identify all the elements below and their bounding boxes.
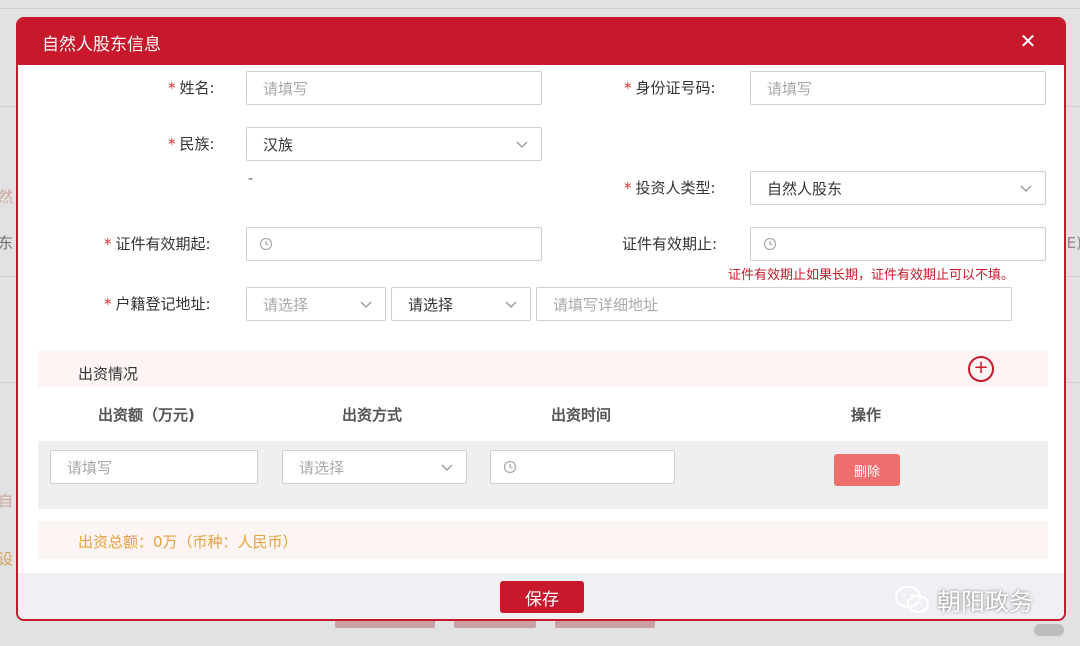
chevron-down-icon xyxy=(360,301,372,308)
address-province-select[interactable]: 请选择 xyxy=(246,287,386,321)
valid-to-date-input[interactable] xyxy=(750,227,1046,261)
contribution-section-title: 出资情况 xyxy=(78,365,139,383)
backdrop-text: E) xyxy=(1066,234,1080,252)
column-header-method: 出资方式 xyxy=(342,406,403,424)
clock-icon xyxy=(259,237,273,251)
save-button[interactable]: 保存 xyxy=(500,581,584,613)
dialog-body: * 姓名: 请填写 * 身份证号码: 请填写 * 民族: 汉族 - * 投资人类型: 自… xyxy=(18,65,1064,573)
address-city-select[interactable]: 请选择 xyxy=(391,287,531,321)
backdrop-text: 东 xyxy=(0,234,14,252)
valid-from-label: * 证件有效期起: xyxy=(104,235,211,253)
wechat-icon xyxy=(895,585,929,613)
id-number-label: * 身份证号码: xyxy=(624,79,716,97)
address-label: * 户籍登记地址: xyxy=(104,295,211,313)
chevron-down-icon xyxy=(441,464,453,471)
shareholder-dialog: 自然人股东信息 ✕ * 姓名: 请填写 * 身份证号码: 请填写 * 民族: 汉族 -… xyxy=(16,17,1066,621)
valid-to-hint: 证件有效期止如果长期，证件有效期止可以不填。 xyxy=(728,268,1015,283)
backdrop-pill xyxy=(1034,624,1064,636)
backdrop-divider xyxy=(0,8,1080,9)
investor-type-label: * 投资人类型: xyxy=(624,179,716,197)
clock-icon xyxy=(763,237,777,251)
backdrop-text: 然 xyxy=(0,188,14,206)
id-number-input[interactable]: 请填写 xyxy=(750,71,1046,105)
column-header-action: 操作 xyxy=(851,406,882,424)
investor-type-select[interactable]: 自然人股东 xyxy=(750,171,1046,205)
valid-from-date-input[interactable] xyxy=(246,227,542,261)
ethnicity-select[interactable]: 汉族 xyxy=(246,127,542,161)
chevron-down-icon xyxy=(505,301,517,308)
close-icon[interactable]: ✕ xyxy=(1016,29,1040,53)
contribution-section-header: 出资情况 + xyxy=(38,351,1048,387)
name-input[interactable]: 请填写 xyxy=(246,71,542,105)
name-label: * 姓名: xyxy=(168,79,215,97)
clock-icon xyxy=(503,460,517,474)
ethnicity-label: * 民族: xyxy=(168,135,215,153)
delete-button[interactable]: 删除 xyxy=(834,454,900,486)
dialog-header: 自然人股东信息 xyxy=(18,19,1064,65)
contribution-total-bar: 出资总额：0万（币种：人民币） xyxy=(38,521,1048,559)
backdrop-text: 自 xyxy=(0,492,14,510)
watermark: 朝阳政务 xyxy=(893,582,1033,617)
chevron-down-icon xyxy=(1020,185,1032,192)
contribution-total-text: 出资总额：0万（币种：人民币） xyxy=(78,533,298,551)
address-detail-input[interactable]: 请填写详细地址 xyxy=(536,287,1012,321)
column-header-amount: 出资额（万元) xyxy=(98,406,195,424)
watermark-text: 朝阳政务 xyxy=(937,588,1033,616)
chevron-down-icon xyxy=(516,141,528,148)
backdrop-text: 设 xyxy=(0,550,14,568)
column-header-time: 出资时间 xyxy=(551,406,612,424)
dialog-title: 自然人股东信息 xyxy=(42,34,161,55)
plus-circle-icon[interactable]: + xyxy=(968,356,994,382)
method-select[interactable]: 请选择 xyxy=(282,450,467,484)
contribution-date-input[interactable] xyxy=(490,450,675,484)
amount-input[interactable]: 请填写 xyxy=(50,450,258,484)
dash-text: - xyxy=(248,171,254,187)
valid-to-label: 证件有效期止: xyxy=(622,235,718,253)
